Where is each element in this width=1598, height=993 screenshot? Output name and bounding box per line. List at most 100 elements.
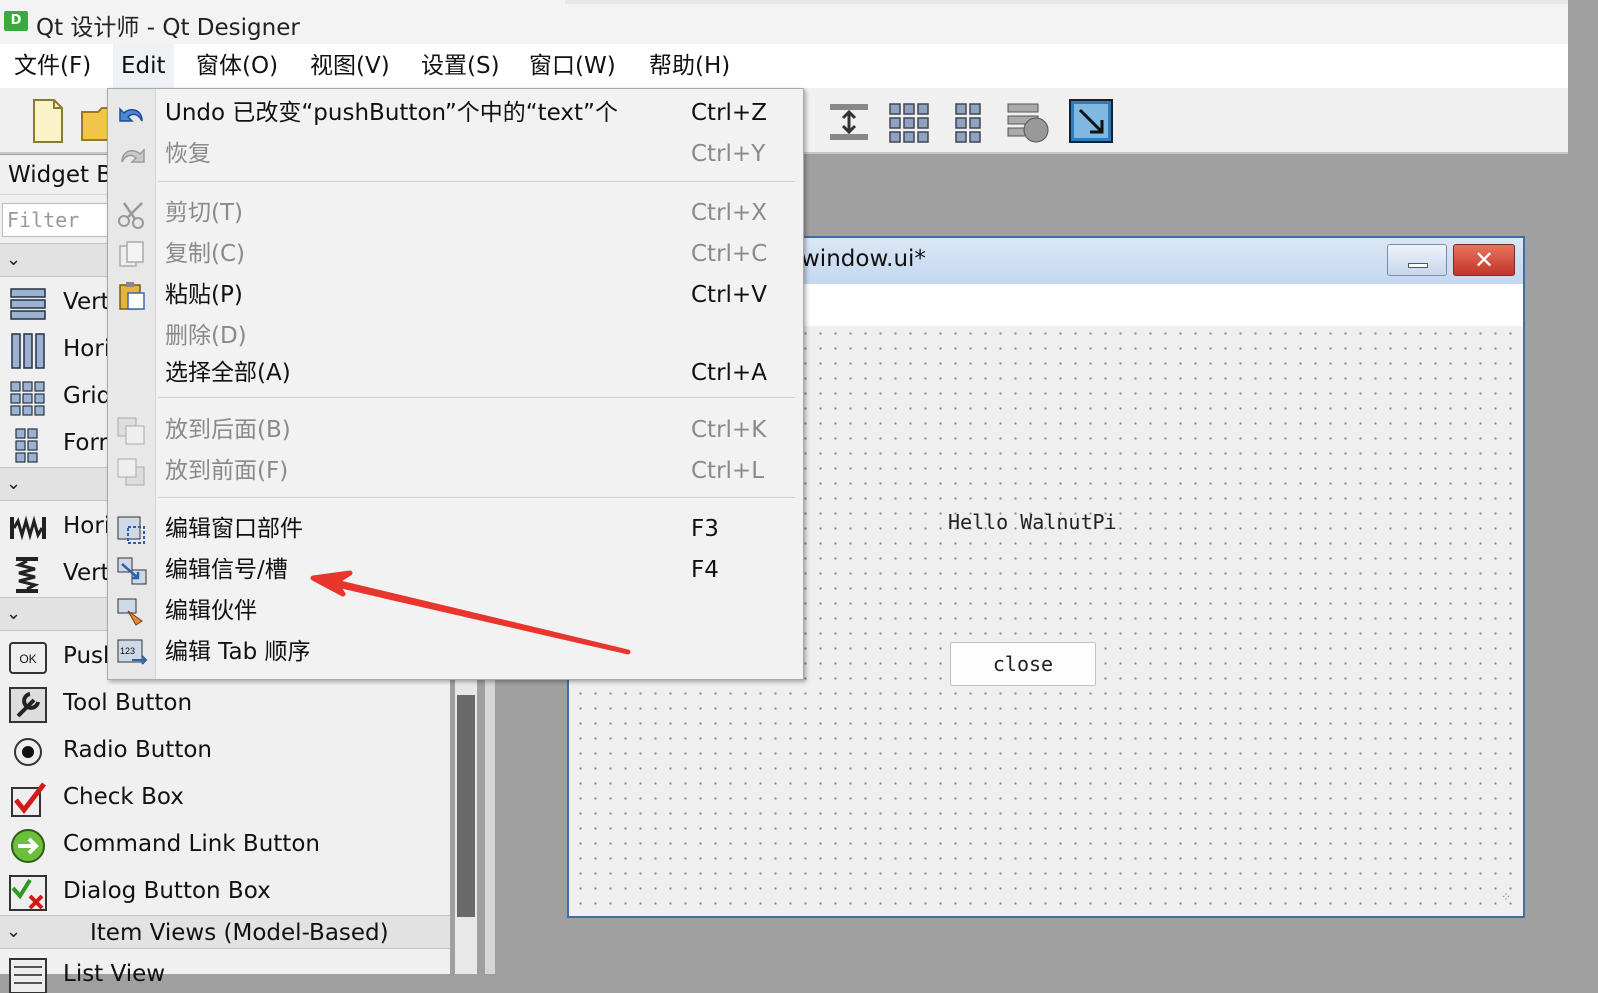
menu-separator bbox=[158, 497, 795, 498]
menu-item-shortcut: Ctrl+L bbox=[691, 458, 765, 484]
widget-item-label: Command Link Button bbox=[63, 831, 320, 857]
widget-item-label: Check Box bbox=[63, 784, 184, 810]
menu-window[interactable]: 窗口(W) bbox=[521, 44, 624, 88]
menu-view[interactable]: 视图(V) bbox=[302, 44, 398, 88]
category-item-views-header[interactable]: ⌄ Item Views (Model-Based) bbox=[0, 915, 450, 949]
menu-item-shortcut: Ctrl+X bbox=[691, 200, 767, 226]
close-icon: ✕ bbox=[1473, 246, 1495, 274]
edit-buddies-icon bbox=[117, 598, 143, 626]
menu-item-label: 编辑伙伴 bbox=[165, 598, 257, 624]
widget-item-dialog-button-box[interactable]: Dialog Button Box bbox=[0, 868, 450, 915]
menu-item-select-all[interactable]: 选择全部(A) Ctrl+A bbox=[108, 353, 803, 394]
menu-item-label: 编辑窗口部件 bbox=[165, 516, 303, 542]
send-back-icon bbox=[117, 417, 145, 445]
widget-item-radio-button[interactable]: Radio Button bbox=[0, 727, 450, 774]
chevron-down-icon: ⌄ bbox=[6, 249, 22, 270]
menu-item-edit-signals-slots[interactable]: 编辑信号/槽 F4 bbox=[108, 550, 803, 591]
undo-icon bbox=[119, 107, 143, 122]
widget-item-label: Radio Button bbox=[63, 737, 212, 763]
menu-item-shortcut: Ctrl+Y bbox=[691, 141, 766, 167]
title-bar: D Qt 设计师 - Qt Designer bbox=[0, 0, 1568, 44]
menu-item-edit-widgets[interactable]: 编辑窗口部件 F3 bbox=[108, 509, 803, 550]
grid-layout-icon bbox=[10, 381, 45, 416]
menu-item-copy[interactable]: 复制(C) Ctrl+C bbox=[108, 234, 803, 275]
menu-settings[interactable]: 设置(S) bbox=[413, 44, 508, 88]
vertical-layout-icon bbox=[10, 288, 46, 320]
widget-item-command-link-button[interactable]: Command Link Button bbox=[0, 821, 450, 868]
menu-item-label: 编辑信号/槽 bbox=[165, 557, 288, 583]
menu-item-shortcut: F3 bbox=[691, 516, 719, 542]
widget-item-label: Tool Button bbox=[63, 690, 193, 716]
menu-item-delete[interactable]: 删除(D) bbox=[108, 316, 803, 357]
menu-item-label: 剪切(T) bbox=[165, 200, 243, 226]
menu-separator bbox=[158, 181, 795, 182]
menu-item-bring-to-front[interactable]: 放到前面(F) Ctrl+L bbox=[108, 451, 803, 492]
dialog-button-box-icon bbox=[9, 875, 47, 911]
svg-text:123: 123 bbox=[120, 646, 135, 656]
menu-item-label: 复制(C) bbox=[165, 241, 246, 267]
form-title: window.ui* bbox=[801, 246, 926, 272]
layout-form-icon[interactable] bbox=[946, 96, 992, 146]
redo-icon bbox=[121, 148, 145, 163]
widget-item-check-box[interactable]: Check Box bbox=[0, 774, 450, 821]
menu-item-shortcut: Ctrl+A bbox=[691, 360, 767, 386]
copy-icon bbox=[119, 241, 144, 267]
layout-grid-icon[interactable] bbox=[886, 96, 932, 146]
minimize-icon bbox=[1408, 263, 1428, 268]
window-title: Qt 设计师 - Qt Designer bbox=[36, 15, 300, 41]
menu-item-label: 粘贴(P) bbox=[165, 282, 243, 308]
list-view-icon bbox=[9, 958, 47, 993]
widget-item-list-view[interactable]: List View bbox=[0, 951, 450, 993]
break-layout-icon[interactable] bbox=[1004, 96, 1050, 146]
menu-item-cut[interactable]: 剪切(T) Ctrl+X bbox=[108, 193, 803, 234]
vertical-spacer-icon bbox=[14, 557, 40, 593]
scissors-icon bbox=[118, 202, 144, 229]
menu-item-shortcut: F4 bbox=[691, 557, 719, 583]
menu-item-label: 放到后面(B) bbox=[165, 417, 291, 443]
hello-label[interactable]: Hello WalnutPi bbox=[948, 510, 1117, 534]
menu-item-edit-tab-order[interactable]: 123 编辑 Tab 顺序 bbox=[108, 632, 803, 673]
menu-item-label: 选择全部(A) bbox=[165, 360, 291, 386]
menu-item-shortcut: Ctrl+C bbox=[691, 241, 768, 267]
menu-item-label: Undo 已改变“pushButton”个中的“text”个 bbox=[165, 100, 618, 126]
widget-item-tool-button[interactable]: Tool Button bbox=[0, 680, 450, 727]
form-layout-icon bbox=[15, 428, 38, 463]
adjust-size-icon[interactable] bbox=[1068, 96, 1114, 146]
bring-front-icon bbox=[117, 458, 145, 486]
layout-vertical-splitter-icon[interactable] bbox=[826, 96, 872, 146]
menu-item-label: 编辑 Tab 顺序 bbox=[165, 639, 311, 665]
menu-item-label: 放到前面(F) bbox=[165, 458, 289, 484]
category-label: Item Views (Model-Based) bbox=[90, 920, 389, 946]
new-file-icon[interactable] bbox=[24, 96, 70, 146]
menu-item-redo[interactable]: 恢复 Ctrl+Y bbox=[108, 134, 803, 175]
menu-item-label: 恢复 bbox=[165, 141, 211, 167]
menu-item-paste[interactable]: 粘贴(P) Ctrl+V bbox=[108, 275, 803, 316]
horizontal-spacer-icon bbox=[10, 515, 46, 541]
edit-widgets-icon bbox=[117, 516, 145, 544]
chevron-down-icon: ⌄ bbox=[6, 603, 22, 624]
menu-item-edit-buddies[interactable]: 编辑伙伴 bbox=[108, 591, 803, 632]
edit-tab-order-icon: 123 bbox=[117, 639, 148, 665]
menu-edit[interactable]: Edit bbox=[113, 44, 174, 88]
svg-text:OK: OK bbox=[19, 652, 36, 666]
menu-help[interactable]: 帮助(H) bbox=[641, 44, 738, 88]
minimize-button[interactable] bbox=[1387, 244, 1447, 276]
push-button-icon: OK bbox=[9, 642, 47, 674]
menu-item-label: 删除(D) bbox=[165, 323, 247, 349]
paste-icon bbox=[119, 282, 145, 310]
size-grip-icon[interactable]: ⁘ bbox=[1501, 890, 1511, 904]
edit-signals-slots-icon bbox=[117, 557, 147, 585]
menu-item-shortcut: Ctrl+V bbox=[691, 282, 767, 308]
menu-item-shortcut: Ctrl+K bbox=[691, 417, 767, 443]
menu-form[interactable]: 窗体(O) bbox=[188, 44, 286, 88]
form-close-push-button[interactable]: close bbox=[950, 642, 1096, 686]
menu-item-undo[interactable]: Undo 已改变“pushButton”个中的“text”个 Ctrl+Z bbox=[108, 93, 803, 134]
chevron-down-icon: ⌄ bbox=[6, 473, 22, 494]
radio-button-icon bbox=[14, 738, 42, 766]
menu-item-send-to-back[interactable]: 放到后面(B) Ctrl+K bbox=[108, 410, 803, 451]
menu-item-shortcut: Ctrl+Z bbox=[691, 100, 767, 126]
qt-designer-app-icon: D bbox=[4, 11, 28, 31]
close-window-button[interactable]: ✕ bbox=[1453, 244, 1515, 276]
menu-file[interactable]: 文件(F) bbox=[6, 44, 99, 88]
scrollbar-thumb[interactable] bbox=[457, 695, 475, 917]
